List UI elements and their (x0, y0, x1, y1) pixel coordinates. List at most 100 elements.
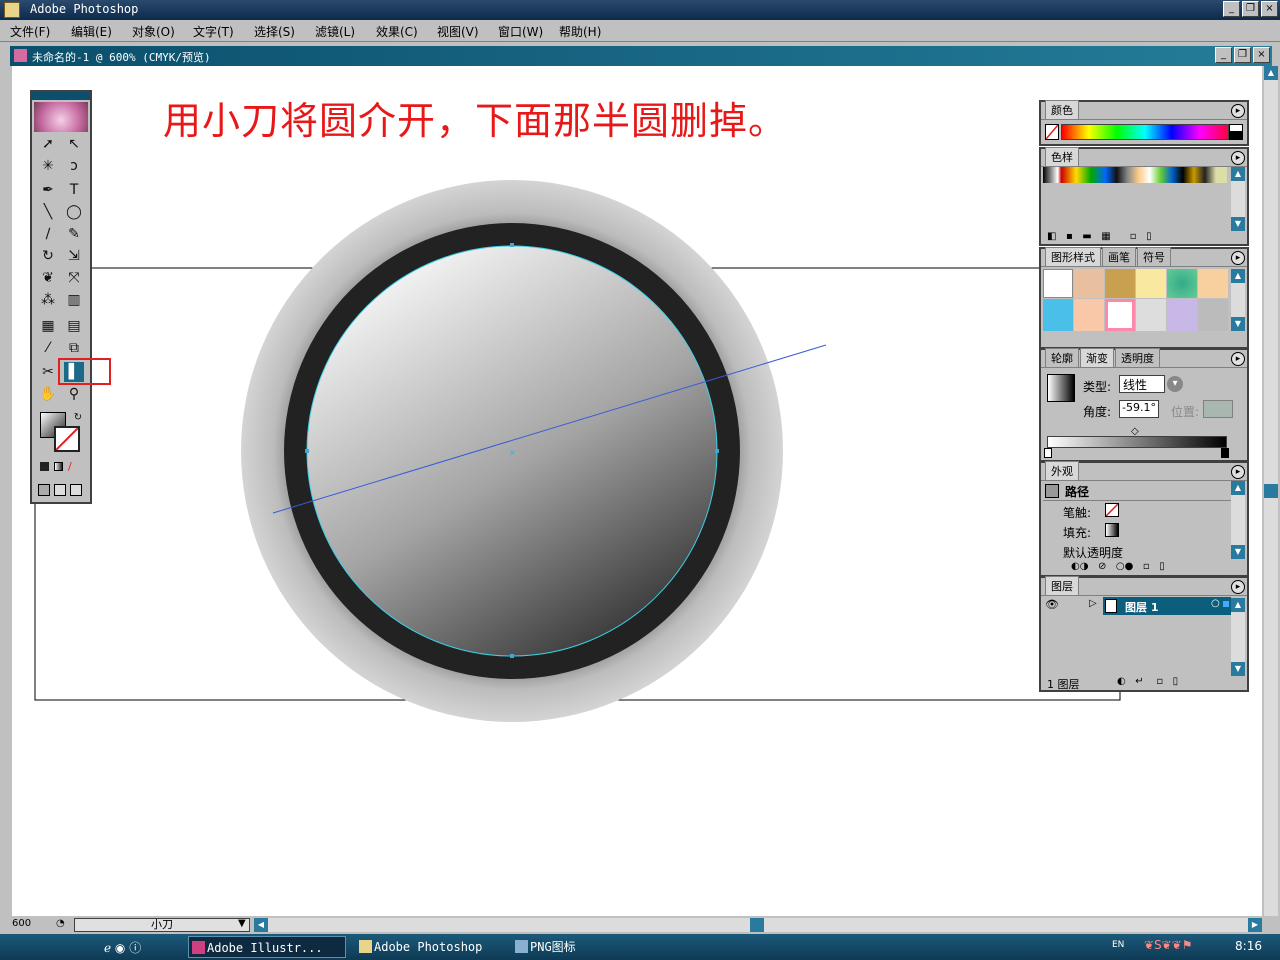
current-tool-select[interactable]: 小刀 (74, 918, 250, 932)
white-swatch[interactable] (1229, 124, 1243, 132)
task-png-icons[interactable]: PNG图标 (512, 936, 662, 958)
appearance-footer-buttons[interactable]: ◐◑ ⊘ ○● ▫ ▯ (1071, 561, 1165, 572)
tab-brushes[interactable]: 画笔 (1102, 247, 1136, 266)
none-mode-icon[interactable]: / (68, 460, 72, 473)
target-icon[interactable]: ○ (1211, 598, 1220, 609)
paintbrush-tool-icon[interactable]: ∕ (38, 224, 58, 244)
style-swatch[interactable] (1074, 298, 1104, 331)
style-swatch[interactable] (1136, 269, 1166, 298)
mesh-tool-icon[interactable]: ▦ (38, 316, 58, 336)
layers-footer-buttons[interactable]: ◐ ↵ ▫ ▯ (1117, 676, 1178, 687)
panel-menu-icon[interactable]: ▸ (1231, 251, 1245, 265)
style-swatch[interactable] (1136, 298, 1166, 331)
style-default[interactable] (1043, 269, 1073, 298)
eyedropper-tool-icon[interactable]: ⁄ (38, 338, 58, 358)
style-swatch[interactable] (1167, 298, 1197, 331)
swatch-view-buttons[interactable]: ◧ ▪ ▬ ▦ ▫ ▯ (1047, 231, 1152, 242)
gradient-slider[interactable] (1047, 436, 1227, 448)
rotate-tool-icon[interactable]: ↻ (38, 246, 58, 266)
style-swatch[interactable] (1043, 298, 1073, 331)
tab-appearance[interactable]: 外观 (1045, 461, 1079, 480)
gradient-mode-icon[interactable] (54, 462, 63, 471)
panel-menu-icon[interactable]: ▸ (1231, 104, 1245, 118)
gradient-type-select[interactable]: 线性 (1119, 375, 1165, 393)
hand-tool-icon[interactable]: ✋ (38, 384, 58, 404)
document-vscrollbar[interactable]: ▲ (1264, 66, 1278, 916)
none-color-icon[interactable] (1045, 124, 1059, 140)
zoom-menu-icon[interactable]: ◔ (56, 918, 65, 929)
gradient-angle-input[interactable]: -59.1° (1119, 400, 1159, 418)
gradient-tool-icon[interactable]: ▤ (64, 316, 84, 336)
anchor-top[interactable] (510, 243, 514, 247)
tab-transparency[interactable]: 透明度 (1115, 348, 1160, 367)
chevron-down-icon[interactable]: ▼ (238, 918, 246, 929)
screen-mode-full-menu-icon[interactable] (54, 484, 66, 496)
tab-gradient[interactable]: 渐变 (1080, 348, 1114, 367)
color-mode-icon[interactable] (40, 462, 49, 471)
stroke-none-icon[interactable] (1105, 503, 1119, 517)
style-swatch[interactable] (1167, 269, 1197, 298)
screen-mode-standard-icon[interactable] (38, 484, 50, 496)
ellipse-tool-icon[interactable]: ◯ (64, 202, 84, 222)
tab-color[interactable]: 颜色 (1045, 100, 1079, 119)
style-swatch[interactable] (1105, 298, 1135, 331)
direct-selection-tool-icon[interactable]: ↖ (64, 134, 84, 154)
task-photoshop[interactable]: Adobe Photoshop (356, 936, 504, 958)
style-swatch[interactable] (1105, 269, 1135, 298)
swap-colors-icon[interactable]: ↻ (68, 408, 88, 428)
warp-tool-icon[interactable]: ❦ (38, 268, 58, 288)
layers-scrollbar[interactable]: ▲ ▼ (1231, 598, 1245, 676)
zoom-level[interactable]: 600 (12, 918, 52, 929)
appearance-scrollbar[interactable]: ▲ ▼ (1231, 481, 1245, 559)
gradient-location-input[interactable] (1203, 400, 1233, 418)
tab-stroke[interactable]: 轮廓 (1045, 348, 1079, 367)
fill-gradient-icon[interactable] (1105, 523, 1119, 537)
anchor-left[interactable] (305, 449, 309, 453)
language-indicator[interactable]: EN (1112, 940, 1124, 950)
tray-icons[interactable]: ❦S❦❦⚑ (1144, 938, 1193, 952)
stroke-swatch[interactable] (54, 426, 80, 452)
style-swatch[interactable] (1074, 269, 1104, 298)
swatches-scrollbar[interactable]: ▲ ▼ (1231, 167, 1245, 231)
expand-triangle-icon[interactable]: ▷ (1089, 598, 1097, 609)
style-swatch[interactable] (1198, 269, 1228, 298)
task-illustrator[interactable]: Adobe Illustr... (188, 936, 346, 958)
dropdown-icon[interactable]: ▾ (1167, 376, 1183, 392)
scale-tool-icon[interactable]: ⇲ (64, 246, 84, 266)
quick-launch-icons[interactable]: ℯ ◉ ⓘ (104, 939, 141, 956)
magic-wand-tool-icon[interactable]: ✳ (38, 156, 58, 176)
black-swatch[interactable] (1229, 132, 1243, 140)
graph-tool-icon[interactable]: ▥ (64, 290, 84, 310)
panel-menu-icon[interactable]: ▸ (1231, 352, 1245, 366)
zoom-tool-icon[interactable]: ⚲ (64, 384, 84, 404)
styles-scrollbar[interactable]: ▲ ▼ (1231, 269, 1245, 331)
selection-tool-icon[interactable]: ➚ (38, 134, 58, 154)
appearance-path-row[interactable]: 路径 (1043, 481, 1231, 501)
gradient-preview[interactable] (1047, 374, 1075, 402)
tab-symbols[interactable]: 符号 (1137, 247, 1171, 266)
tab-swatches[interactable]: 色样 (1045, 147, 1079, 166)
visibility-eye-icon[interactable]: 👁 (1045, 598, 1059, 611)
lasso-tool-icon[interactable]: ↄ (64, 156, 84, 176)
panel-menu-icon[interactable]: ▸ (1231, 465, 1245, 479)
layer-row[interactable]: 👁 ▷ 图层 1 ○ (1043, 597, 1231, 615)
style-swatch[interactable] (1198, 298, 1228, 331)
anchor-right[interactable] (715, 449, 719, 453)
line-tool-icon[interactable]: ╲ (38, 202, 58, 222)
blend-tool-icon[interactable]: ⧉ (64, 338, 84, 358)
anchor-bottom[interactable] (510, 654, 514, 658)
panel-menu-icon[interactable]: ▸ (1231, 151, 1245, 165)
swatch-row[interactable] (1043, 167, 1227, 183)
free-transform-tool-icon[interactable]: ⤧ (64, 268, 84, 288)
tab-graphic-styles[interactable]: 图形样式 (1045, 247, 1101, 266)
pencil-tool-icon[interactable]: ✎ (64, 224, 84, 244)
gradient-stop-white[interactable] (1044, 448, 1052, 458)
screen-mode-full-icon[interactable] (70, 484, 82, 496)
type-tool-icon[interactable]: T (64, 180, 84, 200)
scissors-tool-icon[interactable]: ✂ (38, 362, 58, 382)
tab-layers[interactable]: 图层 (1045, 576, 1079, 595)
panel-menu-icon[interactable]: ▸ (1231, 580, 1245, 594)
pen-tool-icon[interactable]: ✒ (38, 180, 58, 200)
symbol-sprayer-tool-icon[interactable]: ⁂ (38, 290, 58, 310)
gradient-stop-black[interactable] (1221, 448, 1229, 458)
